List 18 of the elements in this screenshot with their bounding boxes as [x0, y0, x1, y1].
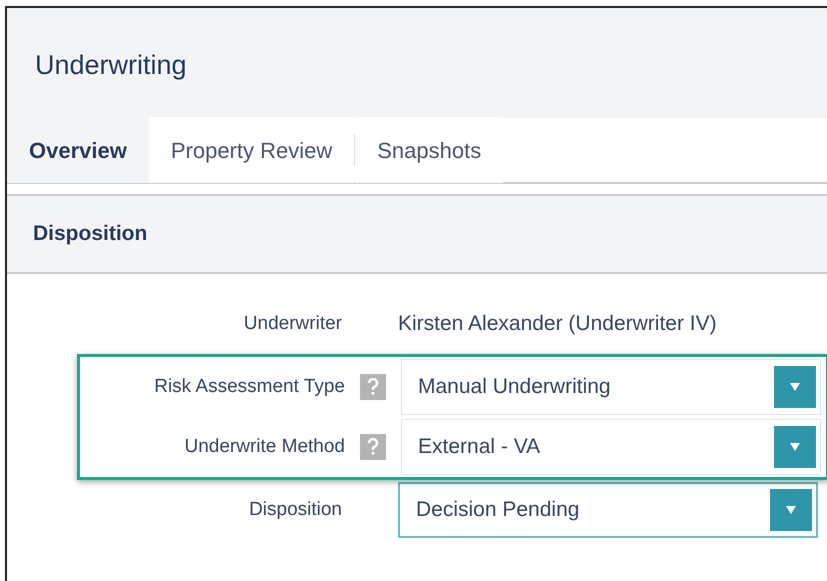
- section-title: Disposition: [33, 221, 148, 248]
- page-title: Underwriting: [35, 48, 187, 82]
- field-label: Underwrite Method: [184, 434, 345, 459]
- field-value: Kirsten Alexander (Underwriter IV): [398, 311, 717, 338]
- field-label: Disposition: [249, 498, 342, 522]
- select-field[interactable]: External - VA: [401, 419, 821, 475]
- tab[interactable]: Property Review: [148, 117, 354, 183]
- field-label: Risk Assessment Type: [154, 374, 345, 399]
- field-label: Underwriter: [244, 312, 342, 336]
- help-icon[interactable]: [360, 374, 386, 400]
- dropdown-caret-icon[interactable]: [774, 366, 816, 408]
- select-field[interactable]: Decision Pending: [398, 482, 818, 538]
- help-icon[interactable]: [360, 434, 386, 460]
- select-field[interactable]: Manual Underwriting: [401, 359, 821, 415]
- tab[interactable]: Snapshots: [355, 117, 504, 183]
- tab[interactable]: Overview: [7, 117, 149, 183]
- dropdown-caret-icon[interactable]: [770, 489, 812, 531]
- dropdown-caret-icon[interactable]: [774, 426, 816, 468]
